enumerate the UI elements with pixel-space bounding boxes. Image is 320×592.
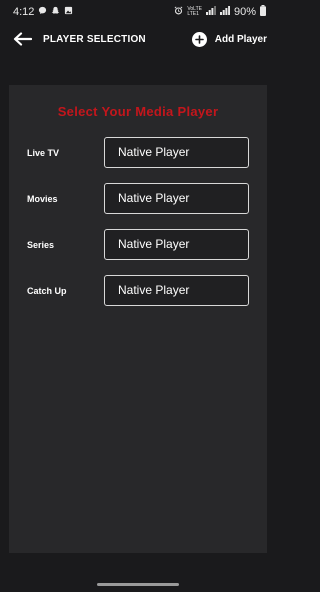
- signal-icon-2: [219, 6, 230, 18]
- arrow-left-icon[interactable]: [13, 31, 33, 47]
- battery-percent: 90%: [233, 6, 256, 18]
- player-row-live-tv: Live TV Native Player: [9, 137, 267, 169]
- messenger-icon: [38, 6, 47, 18]
- app-header: PLAYER SELECTION Add Player: [0, 24, 276, 54]
- panel-title: Select Your Media Player: [57, 104, 219, 119]
- row-label-catch-up: Catch Up: [27, 286, 67, 296]
- signal-icon-1: [205, 6, 216, 18]
- volte-indicator: VoLTE LTE1: [187, 7, 202, 17]
- player-select-live-tv[interactable]: Native Player: [104, 137, 249, 168]
- battery-icon: [260, 5, 266, 19]
- player-row-catch-up: Catch Up Native Player: [9, 275, 267, 307]
- player-selection-panel: Select Your Media Player Live TV Native …: [9, 85, 267, 553]
- gallery-icon: [64, 6, 73, 18]
- plus-circle-icon: [191, 31, 207, 47]
- player-select-movies[interactable]: Native Player: [104, 183, 249, 214]
- player-select-catch-up[interactable]: Native Player: [104, 275, 249, 306]
- row-label-live-tv: Live TV: [27, 148, 60, 158]
- add-player-label: Add Player: [214, 33, 267, 45]
- player-row-movies: Movies Native Player: [9, 183, 267, 215]
- page-title: PLAYER SELECTION: [43, 33, 146, 45]
- app-screen: 4:12 VoLTE LTE1 90% PLAYER SELECTION Add…: [0, 0, 276, 592]
- status-time: 4:12: [13, 6, 35, 18]
- lte-label: LTE1: [187, 11, 199, 17]
- add-player-button[interactable]: Add Player: [191, 31, 267, 47]
- snapchat-icon: [51, 6, 60, 18]
- header-left: PLAYER SELECTION: [13, 31, 146, 47]
- status-left: 4:12: [13, 6, 73, 18]
- player-row-series: Series Native Player: [9, 229, 267, 261]
- status-right: VoLTE LTE1 90%: [174, 5, 266, 19]
- player-select-series[interactable]: Native Player: [104, 229, 249, 260]
- row-label-movies: Movies: [27, 194, 58, 204]
- status-bar: 4:12 VoLTE LTE1 90%: [0, 0, 276, 24]
- alarm-icon: [174, 6, 183, 18]
- home-indicator[interactable]: [97, 583, 179, 586]
- row-label-series: Series: [27, 240, 55, 250]
